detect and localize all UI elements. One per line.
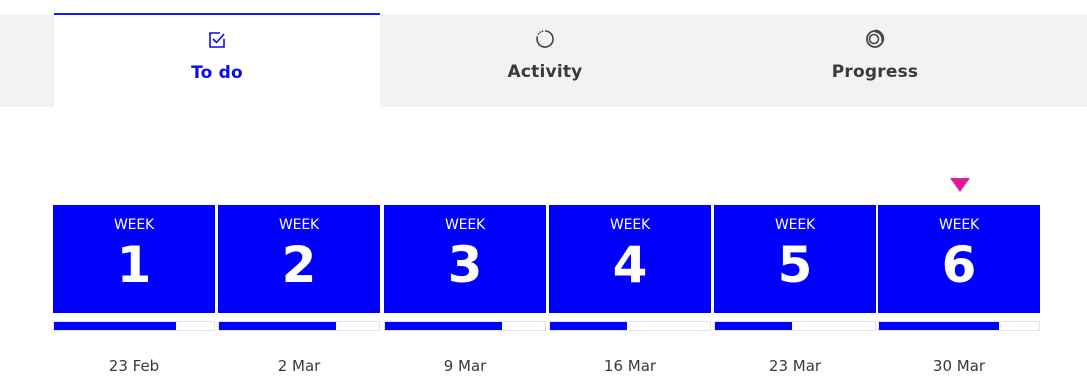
week-word: WEEK — [610, 217, 650, 233]
progress-ring-icon — [864, 28, 886, 50]
week-block: WEEK 1 — [53, 205, 215, 313]
week-progress-fill — [385, 322, 502, 330]
week-date: 23 Mar — [768, 357, 822, 375]
weeks-row: WEEK 1 23 Feb WEEK 2 2 Mar WEEK 3 9 Mar … — [53, 205, 1040, 385]
week-word: WEEK — [445, 217, 485, 233]
week-progress-bar — [549, 321, 711, 331]
week-progress-fill — [550, 322, 627, 330]
week-word: WEEK — [775, 217, 815, 233]
week-card-5[interactable]: WEEK 5 23 Mar — [714, 205, 876, 375]
week-word: WEEK — [279, 217, 319, 233]
week-date: 23 Feb — [108, 357, 160, 375]
week-date: 30 Mar — [932, 357, 986, 375]
week-progress-fill — [54, 322, 176, 330]
week-block: WEEK 5 — [714, 205, 876, 313]
week-progress-bar — [878, 321, 1040, 331]
week-block: WEEK 2 — [218, 205, 380, 313]
week-number: 6 — [941, 236, 977, 294]
tab-bar: To do Activity Progress — [0, 13, 1087, 109]
week-progress-bar — [218, 321, 380, 331]
tab-label: To do — [191, 63, 243, 83]
week-progress-bar — [714, 321, 876, 331]
activity-ring-icon — [534, 28, 556, 50]
week-date: 16 Mar — [603, 357, 657, 375]
week-card-2[interactable]: WEEK 2 2 Mar — [218, 205, 380, 375]
tab-to-do[interactable]: To do — [54, 13, 380, 109]
tab-activity[interactable]: Activity — [380, 14, 710, 107]
tab-label: Activity — [507, 62, 583, 82]
week-block: WEEK 6 — [878, 205, 1040, 313]
week-card-3[interactable]: WEEK 3 9 Mar — [384, 205, 546, 375]
week-date: 9 Mar — [443, 357, 487, 375]
week-progress-bar — [53, 321, 215, 331]
week-card-4[interactable]: WEEK 4 16 Mar — [549, 205, 711, 375]
tab-progress[interactable]: Progress — [710, 14, 1040, 107]
week-block: WEEK 4 — [549, 205, 711, 313]
week-date: 2 Mar — [277, 357, 321, 375]
week-number: 1 — [116, 236, 152, 294]
week-progress-bar — [384, 321, 546, 331]
week-progress-fill — [715, 322, 792, 330]
current-week-marker — [950, 178, 970, 192]
week-number: 5 — [777, 236, 813, 294]
week-number: 3 — [447, 236, 483, 294]
page-root: To do Activity Progress WEEK 1 23 Feb WE… — [0, 0, 1087, 385]
week-word: WEEK — [114, 217, 154, 233]
week-block: WEEK 3 — [384, 205, 546, 313]
week-word: WEEK — [939, 217, 979, 233]
tab-label: Progress — [831, 62, 919, 82]
week-number: 2 — [281, 236, 317, 294]
week-progress-fill — [879, 322, 999, 330]
week-number: 4 — [612, 236, 648, 294]
checkbox-icon — [206, 29, 228, 51]
week-progress-fill — [219, 322, 336, 330]
week-card-1[interactable]: WEEK 1 23 Feb — [53, 205, 215, 375]
week-card-6[interactable]: WEEK 6 30 Mar — [878, 205, 1040, 375]
